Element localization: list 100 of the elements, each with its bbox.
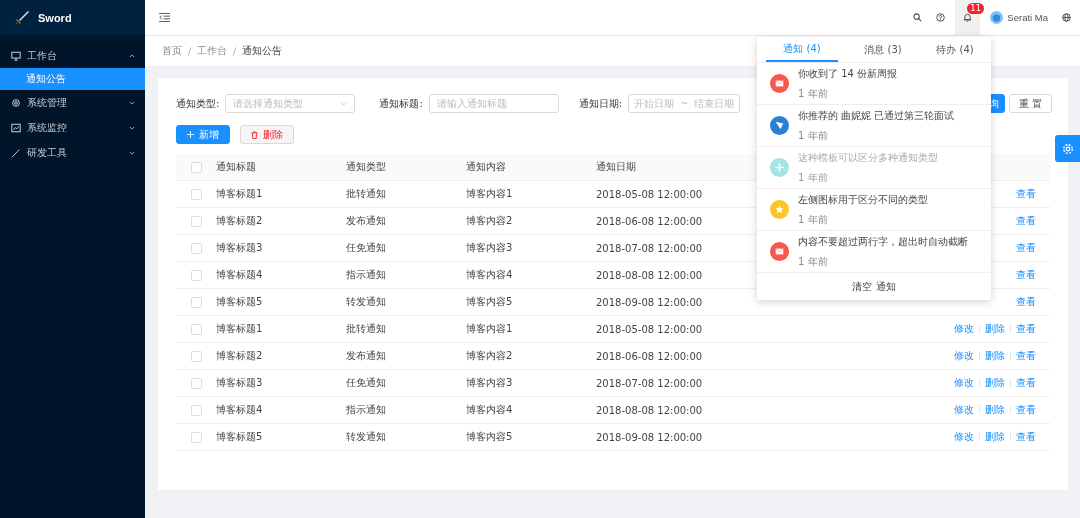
row-action-link[interactable]: 删除 [985, 349, 1005, 363]
column-header: 通知类型 [346, 161, 386, 172]
menu-item[interactable]: 系统管理 [0, 90, 145, 115]
breadcrumb-item[interactable]: 首页 [162, 44, 182, 58]
row-action-link[interactable]: 修改 [954, 403, 974, 417]
row-action-link[interactable]: 删除 [985, 376, 1005, 390]
submenu-item[interactable]: 通知公告 [0, 68, 145, 90]
row-action-link[interactable]: 查看 [1016, 349, 1036, 363]
row-action-link[interactable]: 删除 [985, 430, 1005, 444]
notification-text: 你收到了 14 份新周报 [798, 66, 898, 81]
caret-down-icon [129, 125, 135, 130]
delete-button[interactable]: 删除 [240, 125, 294, 144]
checkbox[interactable] [190, 269, 202, 281]
checkbox[interactable] [190, 350, 202, 362]
table-cell: 任免通知 [346, 242, 386, 253]
checkbox[interactable] [190, 161, 202, 173]
checkbox[interactable] [190, 404, 202, 416]
table-cell: 批转通知 [346, 188, 386, 199]
table-cell: 博客标题5 [216, 296, 263, 307]
table-cell: 博客标题1 [216, 323, 263, 334]
notification-item[interactable]: 内容不要超过两行字，超出时自动截断 1 年前 [757, 231, 991, 273]
row-action-link[interactable]: 修改 [954, 430, 974, 444]
globe-icon[interactable] [1062, 13, 1071, 22]
reset-button[interactable]: 重 置 [1008, 94, 1052, 113]
notification-item[interactable]: 左侧图标用于区分不同的类型 1 年前 [757, 189, 991, 231]
row-action-link[interactable]: 查看 [1016, 241, 1036, 255]
table-cell: 2018-08-08 12:00:00 [596, 269, 703, 281]
row-action-link[interactable]: 删除 [985, 322, 1005, 336]
popup-tab[interactable]: 消息 (3) [847, 37, 919, 62]
table-cell: 博客内容4 [466, 404, 513, 415]
table-cell: 博客标题4 [216, 404, 263, 415]
column-header: 通知标题 [216, 161, 256, 172]
gear-icon [11, 97, 21, 108]
notification-text: 你推荐的 曲妮妮 已通过第三轮面试 [798, 108, 955, 123]
table-cell: 批转通知 [346, 323, 386, 334]
notification-text: 左侧图标用于区分不同的类型 [798, 192, 928, 207]
table-cell: 2018-06-08 12:00:00 [596, 215, 703, 227]
table-cell: 博客标题2 [216, 350, 263, 361]
table-cell: 2018-08-08 12:00:00 [596, 404, 703, 416]
bell-icon[interactable] [963, 13, 973, 22]
clear-notifications-link[interactable]: 清空 通知 [852, 279, 896, 294]
trash-icon [251, 130, 258, 139]
notification-item[interactable]: 你收到了 14 份新周报 1 年前 [757, 63, 991, 105]
user-name[interactable]: Serati Ma [1007, 12, 1048, 23]
checkbox[interactable] [190, 377, 202, 389]
row-action-link[interactable]: 查看 [1016, 322, 1036, 336]
popup-tab[interactable]: 待办 (4) [919, 37, 991, 62]
table-cell: 博客内容2 [466, 350, 513, 361]
checkbox[interactable] [190, 188, 202, 200]
notification-text: 这种模板可以区分多种通知类型 [798, 150, 938, 165]
row-action-link[interactable]: 修改 [954, 376, 974, 390]
add-button[interactable]: 新增 [176, 125, 230, 144]
row-action-link[interactable]: 查看 [1016, 187, 1036, 201]
notification-time: 1 年前 [798, 170, 829, 185]
row-action-link[interactable]: 查看 [1016, 268, 1036, 282]
help-icon[interactable] [936, 13, 946, 22]
row-action-link[interactable]: 查看 [1016, 376, 1036, 390]
table-cell: 2018-09-08 12:00:00 [596, 431, 703, 443]
menu-item[interactable]: 系统监控 [0, 115, 145, 140]
notification-time: 1 年前 [798, 128, 829, 143]
menu-fold-icon[interactable] [159, 13, 170, 22]
row-action-link[interactable]: 查看 [1016, 214, 1036, 228]
avatar[interactable] [990, 11, 1004, 24]
row-action-link[interactable]: 查看 [1016, 295, 1036, 309]
menu-item[interactable]: 研发工具 [0, 140, 145, 165]
input-field[interactable]: 请输入通知标题 [428, 94, 559, 113]
notification-text: 内容不要超过两行字，超出时自动截断 [798, 234, 968, 249]
checkbox[interactable] [190, 296, 202, 308]
notification-time: 1 年前 [798, 86, 829, 101]
breadcrumb-separator-icon [232, 46, 237, 56]
table-cell: 2018-09-08 12:00:00 [596, 296, 703, 308]
table-cell: 指示通知 [346, 404, 386, 415]
filter-label: 通知标题: [379, 96, 423, 111]
checkbox[interactable] [190, 215, 202, 227]
checkbox[interactable] [190, 431, 202, 443]
notification-item[interactable]: 你推荐的 曲妮妮 已通过第三轮面试 1 年前 [757, 105, 991, 147]
table-cell: 博客标题4 [216, 269, 263, 280]
popup-tab[interactable]: 通知 (4) [766, 37, 838, 62]
table-cell: 博客内容4 [466, 269, 513, 280]
checkbox[interactable] [190, 323, 202, 335]
table-cell: 2018-06-08 12:00:00 [596, 350, 703, 362]
row-action-link[interactable]: 查看 [1016, 430, 1036, 444]
table-cell: 博客标题1 [216, 188, 263, 199]
table-cell: 博客标题3 [216, 377, 263, 388]
table-cell: 博客内容5 [466, 431, 513, 442]
gear-icon [1062, 142, 1074, 155]
pen-icon [11, 147, 21, 158]
settings-button[interactable] [1055, 135, 1080, 162]
table-cell: 转发通知 [346, 296, 386, 307]
caret-up-icon [129, 53, 135, 58]
breadcrumb-item[interactable]: 工作台 [197, 44, 227, 58]
monitor-icon [11, 50, 21, 61]
menu-item[interactable]: 工作台 [0, 43, 145, 68]
row-action-link[interactable]: 删除 [985, 403, 1005, 417]
notification-badge: 11 [967, 3, 985, 14]
checkbox[interactable] [190, 242, 202, 254]
row-action-link[interactable]: 查看 [1016, 403, 1036, 417]
row-action-link[interactable]: 修改 [954, 349, 974, 363]
search-icon[interactable] [913, 13, 923, 22]
row-action-link[interactable]: 修改 [954, 322, 974, 336]
